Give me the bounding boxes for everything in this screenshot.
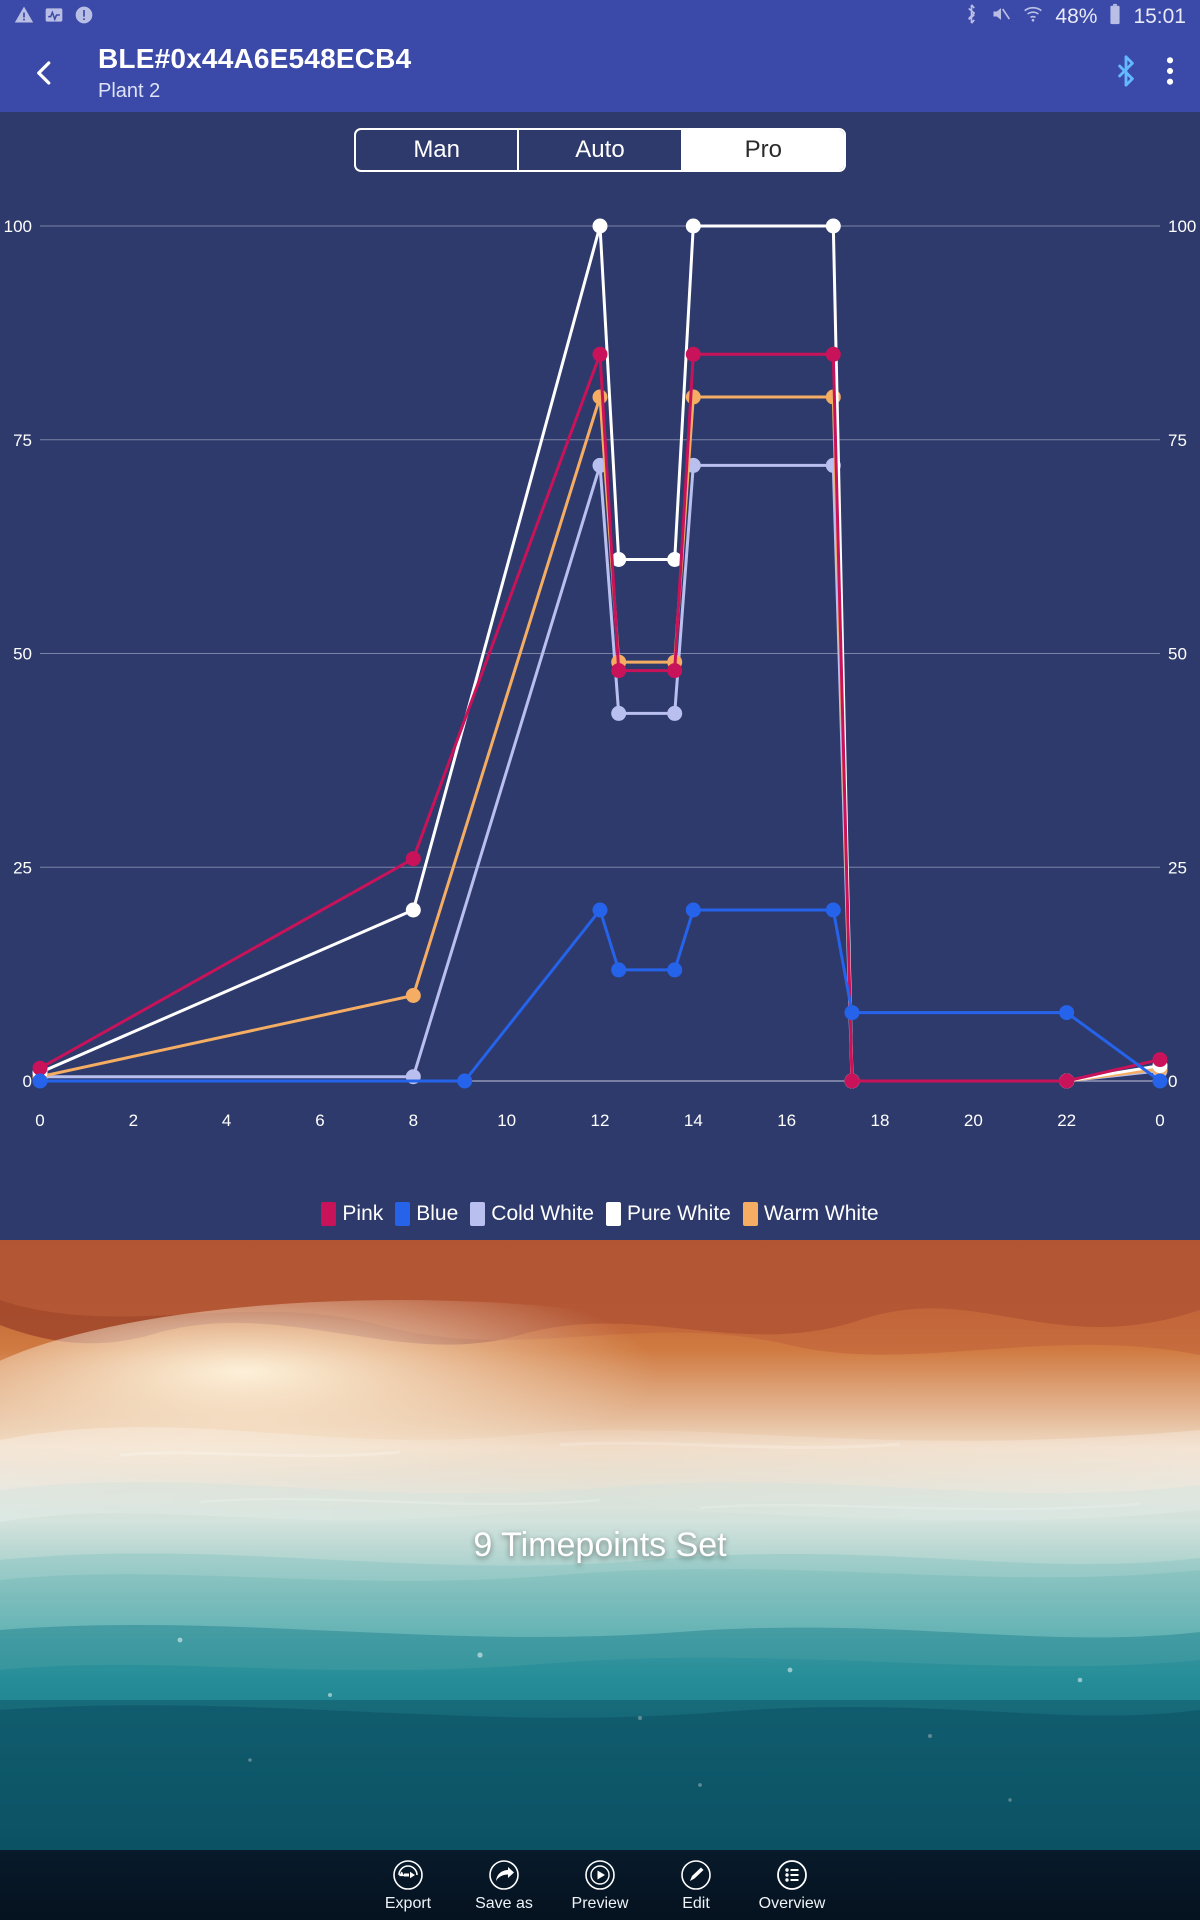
svg-text:0: 0 [1155, 1111, 1164, 1130]
svg-text:0: 0 [23, 1072, 32, 1091]
svg-text:100: 100 [1168, 217, 1196, 236]
series-warm-white[interactable] [32, 389, 1168, 1089]
nav-overview-label: Overview [758, 1894, 826, 1912]
series-blue[interactable] [32, 902, 1168, 1089]
more-vertical-icon[interactable] [1166, 54, 1174, 93]
nav-export-label: Export [384, 1894, 432, 1912]
mute-icon [991, 4, 1011, 30]
legend-item-warm-white[interactable]: Warm White [742, 1202, 879, 1226]
chart-x-axis: 0 2 4 6 8 10 12 14 16 18 20 22 0 [35, 1111, 1164, 1130]
nav-save-as[interactable]: Save as [456, 1858, 552, 1913]
status-bar-left [14, 5, 94, 30]
legend-item-cold-white[interactable]: Cold White [470, 1202, 594, 1226]
svg-text:50: 50 [1168, 645, 1187, 664]
legend-item-blue[interactable]: Blue [395, 1202, 458, 1226]
svg-text:2: 2 [129, 1111, 138, 1130]
svg-text:0: 0 [1168, 1072, 1177, 1091]
chart-legend: Pink Blue Cold White Pure White Warm White [0, 1202, 1200, 1226]
chart-y-axis-right: 0 25 50 75 100 [1168, 217, 1196, 1091]
timepoints-caption: 9 Timepoints Set [473, 1525, 727, 1564]
nav-export[interactable]: Export [360, 1858, 456, 1913]
svg-text:100: 100 [4, 217, 32, 236]
tab-man[interactable]: Man [356, 130, 520, 170]
nav-edit-label: Edit [682, 1894, 710, 1912]
mode-tabbar-wrapper: Man Auto Pro [0, 112, 1200, 172]
status-bar: 48% 15:01 [0, 0, 1200, 34]
bluetooth-icon [963, 3, 980, 31]
legend-label: Pink [342, 1202, 384, 1225]
bottom-navigation: Export Save as Preview Edit Overview [0, 1850, 1200, 1920]
app-bar-titles: BLE#0x44A6E548ECB4 Plant 2 [98, 43, 1112, 103]
legend-swatch-cold-white [470, 1202, 486, 1226]
tab-pro[interactable]: Pro [682, 130, 844, 170]
nav-preview-label: Preview [571, 1894, 629, 1912]
back-button[interactable] [18, 46, 72, 100]
svg-text:75: 75 [1168, 431, 1187, 450]
svg-text:0: 0 [35, 1111, 44, 1130]
chart-panel: Man Auto Pro 0 25 50 75 100 0 25 50 75 100 02468… [0, 112, 1200, 1240]
legend-label: Pure White [626, 1202, 731, 1225]
svg-text:25: 25 [13, 858, 32, 877]
play-circle-icon [583, 1858, 617, 1892]
svg-text:18: 18 [871, 1111, 890, 1130]
bluetooth-icon[interactable] [1112, 54, 1140, 93]
status-bar-right: 48% 15:01 [963, 3, 1186, 31]
schedule-chart[interactable]: 0 25 50 75 100 0 25 50 75 100 0 2 4 6 8 10 12 14 16 18 20 2… [0, 186, 1200, 1156]
legend-item-pure-white[interactable]: Pure White [605, 1202, 731, 1226]
svg-text:75: 75 [13, 431, 32, 450]
legend-swatch-pink [321, 1202, 337, 1226]
svg-text:20: 20 [964, 1111, 983, 1130]
svg-text:14: 14 [684, 1111, 703, 1130]
svg-text:10: 10 [497, 1111, 516, 1130]
export-arrow-icon [391, 1858, 425, 1892]
svg-text:6: 6 [315, 1111, 324, 1130]
nav-preview[interactable]: Preview [552, 1858, 648, 1913]
legend-swatch-warm-white [742, 1202, 758, 1226]
share-arrow-icon [487, 1858, 521, 1892]
battery-percent: 48% [1055, 5, 1098, 28]
wifi-icon [1022, 4, 1044, 30]
series-cold-white[interactable] [32, 457, 1168, 1089]
page-title: BLE#0x44A6E548ECB4 [98, 43, 412, 74]
chart-canvas[interactable]: 0 25 50 75 100 0 25 50 75 100 0 2 4 6 8 10 12 14 16 18 20 2… [0, 186, 1200, 1156]
app-bar-actions [1112, 54, 1182, 93]
legend-swatch-blue [395, 1202, 411, 1226]
mode-tabbar: Man Auto Pro [354, 128, 846, 172]
legend-swatch-pure-white [605, 1202, 621, 1226]
svg-text:22: 22 [1057, 1111, 1076, 1130]
legend-label: Cold White [491, 1202, 594, 1225]
clock: 15:01 [1133, 5, 1186, 28]
svg-text:16: 16 [777, 1111, 796, 1130]
svg-text:8: 8 [409, 1111, 418, 1130]
legend-label: Warm White [763, 1202, 879, 1225]
exclamation-circle-icon [74, 5, 94, 30]
legend-label: Blue [416, 1202, 459, 1225]
legend-item-pink[interactable]: Pink [321, 1202, 383, 1226]
svg-text:4: 4 [222, 1111, 231, 1130]
warning-triangle-icon [14, 5, 34, 30]
chart-activity-icon [44, 5, 64, 30]
nav-save-as-label: Save as [475, 1894, 533, 1912]
pencil-icon [679, 1858, 713, 1892]
svg-text:50: 50 [13, 645, 32, 664]
svg-text:25: 25 [1168, 858, 1187, 877]
nav-edit[interactable]: Edit [648, 1858, 744, 1913]
nav-overview[interactable]: Overview [744, 1858, 840, 1913]
list-icon [775, 1858, 809, 1892]
page-subtitle: Plant 2 [98, 80, 161, 102]
svg-text:12: 12 [591, 1111, 610, 1130]
chart-y-axis-left: 0 25 50 75 100 [4, 217, 32, 1091]
hero-image: 9 Timepoints Set [0, 1240, 1200, 1850]
tab-auto[interactable]: Auto [519, 130, 683, 170]
app-bar: BLE#0x44A6E548ECB4 Plant 2 [0, 34, 1200, 112]
battery-icon [1108, 3, 1122, 31]
